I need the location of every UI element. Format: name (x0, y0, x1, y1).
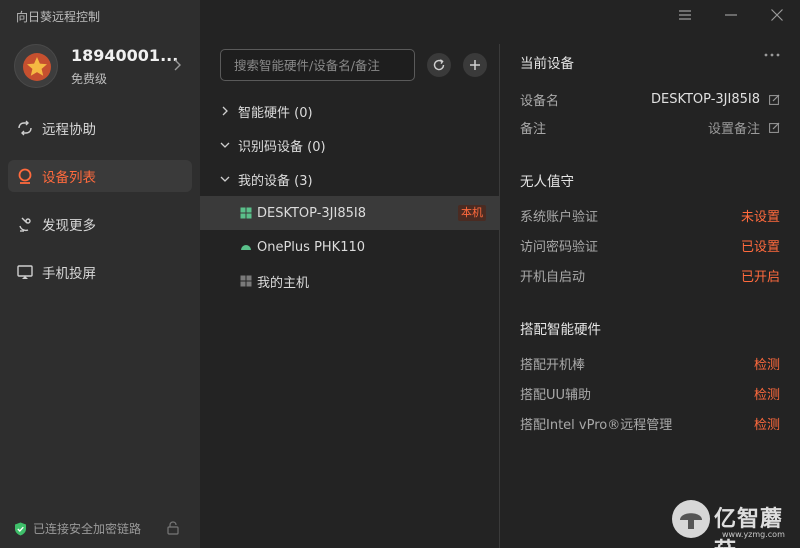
sidebar-item-label: 手机投屏 (42, 266, 96, 282)
chevron-down-icon (220, 142, 230, 148)
sidebar-item-remote-assist[interactable]: 远程协助 (8, 112, 192, 144)
sidebar-nav: 远程协助 设备列表 发现更多 手机投屏 (8, 112, 192, 304)
auto-start-label: 开机自启动 (520, 269, 586, 285)
vpro-label: 搭配Intel vPro®远程管理 (520, 417, 673, 433)
watermark: 亿智蘑菇 www.yzmg.com (672, 500, 796, 548)
boot-stick-detect[interactable]: 检测 (754, 354, 780, 373)
refresh-button[interactable] (427, 53, 451, 77)
device-item-oneplus[interactable]: OnePlus PHK110 (200, 230, 500, 264)
sidebar-item-screen-cast[interactable]: 手机投屏 (8, 256, 192, 288)
more-icon[interactable] (763, 52, 781, 58)
menu-icon[interactable] (678, 8, 692, 22)
current-device-title: 当前设备 (520, 56, 574, 72)
connection-status: 已连接安全加密链路 (14, 520, 141, 537)
plus-icon (470, 60, 480, 70)
uu-assist-detect[interactable]: 检测 (754, 384, 780, 403)
sidebar-item-label: 远程协助 (42, 122, 96, 138)
boot-stick-row: 搭配开机棒 检测 (520, 353, 780, 373)
auto-start-value[interactable]: 已开启 (741, 266, 780, 285)
avatar[interactable] (14, 44, 58, 88)
access-password-value[interactable]: 已设置 (741, 236, 780, 255)
device-name: DESKTOP-3JI85I8 (257, 205, 366, 221)
device-name-value[interactable]: DESKTOP-3JI85I8 (651, 92, 780, 107)
windows-icon (240, 275, 252, 287)
edit-icon[interactable] (769, 94, 780, 105)
this-device-badge: 本机 (458, 205, 486, 221)
unattended-title: 无人值守 (520, 174, 574, 190)
note-value[interactable]: 设置备注 (708, 118, 780, 137)
lock-icon[interactable] (166, 521, 180, 535)
sidebar-item-label: 发现更多 (42, 218, 96, 234)
vpro-detect[interactable]: 检测 (754, 414, 780, 433)
uu-assist-label: 搭配UU辅助 (520, 387, 592, 403)
search-input[interactable] (221, 50, 414, 80)
user-name[interactable]: 18940001... (71, 46, 178, 65)
boot-stick-label: 搭配开机棒 (520, 357, 586, 373)
app-title: 向日葵远程控制 (16, 10, 101, 24)
device-list-icon (18, 168, 32, 184)
user-level: 免费级 (71, 72, 108, 86)
android-icon (241, 245, 251, 250)
chevron-right-icon (222, 106, 228, 116)
discover-icon (19, 217, 31, 232)
group-my-devices[interactable]: 我的设备 (3) (220, 169, 313, 189)
sidebar-item-device-list[interactable]: 设备列表 (8, 160, 192, 192)
note-row: 备注 设置备注 (520, 117, 780, 137)
minimize-icon[interactable] (724, 8, 738, 22)
system-account-value[interactable]: 未设置 (741, 206, 780, 225)
auto-start-row: 开机自启动 已开启 (520, 265, 780, 285)
device-name: OnePlus PHK110 (257, 239, 366, 255)
close-icon[interactable] (770, 8, 784, 22)
screen-cast-icon (17, 265, 33, 279)
group-label: 我的设备 (3) (238, 173, 313, 189)
remote-assist-icon (18, 120, 32, 136)
access-password-row: 访问密码验证 已设置 (520, 235, 780, 255)
group-id-devices[interactable]: 识别码设备 (0) (220, 135, 326, 155)
note-label: 备注 (520, 121, 547, 137)
note-text: 设置备注 (707, 121, 760, 137)
device-list-panel: 智能硬件 (0) 识别码设备 (0) 我的设备 (3) DESKTOP-3JI8… (200, 0, 500, 548)
windows-icon (240, 207, 252, 219)
refresh-icon (433, 59, 445, 71)
device-item-desktop[interactable]: DESKTOP-3JI85I8 本机 (200, 196, 500, 230)
group-smart-hardware[interactable]: 智能硬件 (0) (220, 101, 313, 121)
sidebar: 向日葵远程控制 18940001... 免费级 远程协助 设备列表 发现更多 手… (0, 0, 200, 548)
device-details-panel: 当前设备 设备名 DESKTOP-3JI85I8 备注 设置备注 无人值守 系统… (500, 0, 800, 548)
hardware-title: 搭配智能硬件 (520, 322, 601, 338)
sidebar-item-label: 设备列表 (42, 170, 96, 186)
add-device-button[interactable] (463, 53, 487, 77)
mushroom-icon (680, 513, 702, 529)
watermark-text: 亿智蘑菇 (714, 507, 784, 548)
system-account-label: 系统账户验证 (520, 209, 599, 225)
vpro-row: 搭配Intel vPro®远程管理 检测 (520, 413, 780, 433)
search-field[interactable] (220, 49, 415, 81)
device-item-my-host[interactable]: 我的主机 (200, 264, 500, 298)
mushroom-logo-icon (672, 500, 710, 538)
system-account-row: 系统账户验证 未设置 (520, 205, 780, 225)
star-avatar-icon (23, 53, 51, 81)
shield-check-icon (15, 522, 26, 535)
watermark-url: www.yzmg.com (722, 530, 785, 539)
device-name-label: 设备名 (520, 93, 560, 109)
group-label: 智能硬件 (0) (238, 105, 313, 121)
access-password-label: 访问密码验证 (520, 239, 599, 255)
uu-assist-row: 搭配UU辅助 检测 (520, 383, 780, 403)
device-name-row: 设备名 DESKTOP-3JI85I8 (520, 89, 780, 109)
chevron-right-icon[interactable] (172, 58, 182, 72)
device-name: 我的主机 (257, 275, 310, 291)
device-name-text: DESKTOP-3JI85I8 (651, 91, 760, 107)
group-label: 识别码设备 (0) (238, 139, 326, 155)
edit-icon[interactable] (769, 122, 780, 133)
user-profile[interactable]: 18940001... 免费级 (14, 44, 186, 88)
chevron-down-icon (220, 176, 230, 182)
connection-status-label: 已连接安全加密链路 (33, 522, 142, 536)
sidebar-item-discover[interactable]: 发现更多 (8, 208, 192, 240)
